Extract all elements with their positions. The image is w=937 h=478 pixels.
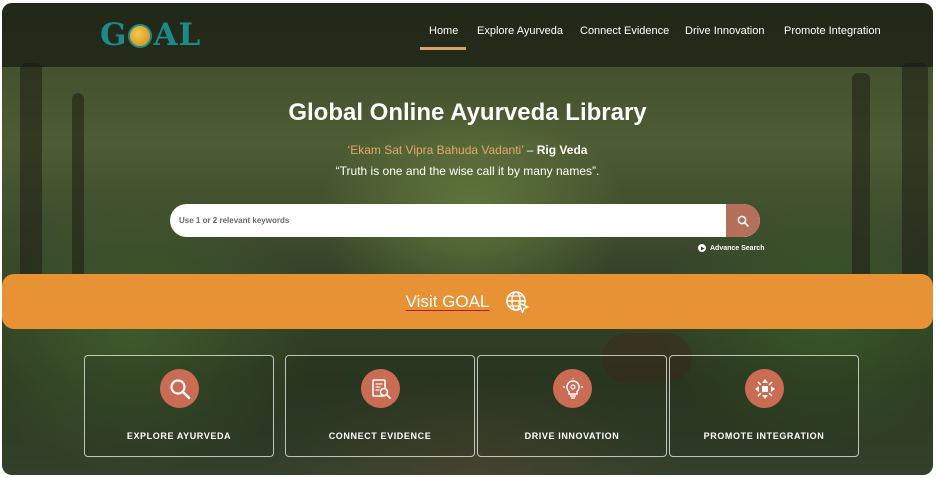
card-explore-ayurveda[interactable]: EXPLORE AYURVEDA bbox=[84, 355, 274, 457]
visit-goal-label: Visit GOAL bbox=[405, 291, 490, 311]
visit-goal-banner[interactable]: Visit GOAL bbox=[2, 274, 933, 329]
nav-home[interactable]: Home bbox=[429, 25, 458, 37]
card-promote-integration[interactable]: PROMOTE INTEGRATION bbox=[669, 355, 859, 457]
top-navbar: G AL Home Explore Ayurveda Connect Eviden… bbox=[2, 3, 933, 67]
card-label: DRIVE INNOVATION bbox=[524, 431, 620, 441]
integration-arrows-icon bbox=[754, 378, 775, 399]
quote-sanskrit: ‘Ekam Sat Vipra Bahuda Vadanti’ bbox=[347, 143, 524, 157]
nav-connect-evidence[interactable]: Connect Evidence bbox=[580, 25, 669, 37]
logo-letters: AL bbox=[153, 17, 202, 53]
nav-active-indicator bbox=[420, 47, 466, 50]
search-button[interactable] bbox=[726, 204, 760, 237]
advance-search-link[interactable]: Advance Search bbox=[698, 244, 764, 252]
nav-explore-ayurveda[interactable]: Explore Ayurveda bbox=[477, 25, 563, 37]
card-drive-innovation[interactable]: DRIVE INNOVATION bbox=[477, 355, 667, 457]
search-icon bbox=[737, 215, 749, 227]
card-icon-circle bbox=[553, 369, 592, 408]
nav-drive-innovation[interactable]: Drive Innovation bbox=[685, 25, 765, 37]
quote-source: Rig Veda bbox=[536, 143, 588, 157]
card-connect-evidence[interactable]: CONNECT EVIDENCE bbox=[285, 355, 475, 457]
card-icon-circle bbox=[361, 369, 400, 408]
card-label: PROMOTE INTEGRATION bbox=[703, 431, 825, 441]
document-search-icon bbox=[371, 378, 391, 399]
hero-title: Global Online Ayurveda Library bbox=[288, 99, 647, 126]
quote-translation: “Truth is one and the wise call it by ma… bbox=[335, 164, 600, 178]
search-icon bbox=[169, 378, 190, 399]
globe-logo-icon bbox=[128, 24, 153, 48]
nav-promote-integration[interactable]: Promote Integration bbox=[784, 25, 881, 37]
lightbulb-icon bbox=[562, 377, 583, 399]
logo-letter: G bbox=[100, 17, 128, 53]
page-frame: G AL Home Explore Ayurveda Connect Eviden… bbox=[2, 3, 933, 475]
card-icon-circle bbox=[745, 369, 784, 408]
advance-search-label: Advance Search bbox=[710, 244, 765, 252]
search-bar bbox=[170, 204, 760, 237]
hero-quote: ‘Ekam Sat Vipra Bahuda Vadanti’ – Rig Ve… bbox=[2, 143, 933, 157]
globe-cursor-icon bbox=[506, 290, 530, 313]
tree-trunk-decoration bbox=[20, 63, 42, 293]
search-input[interactable] bbox=[170, 204, 727, 237]
card-icon-circle bbox=[160, 369, 199, 408]
play-circle-icon bbox=[698, 244, 706, 252]
card-label: CONNECT EVIDENCE bbox=[328, 431, 432, 441]
card-label: EXPLORE AYURVEDA bbox=[126, 431, 232, 441]
quote-separator: – bbox=[523, 143, 537, 157]
goal-logo[interactable]: G AL bbox=[100, 17, 201, 53]
